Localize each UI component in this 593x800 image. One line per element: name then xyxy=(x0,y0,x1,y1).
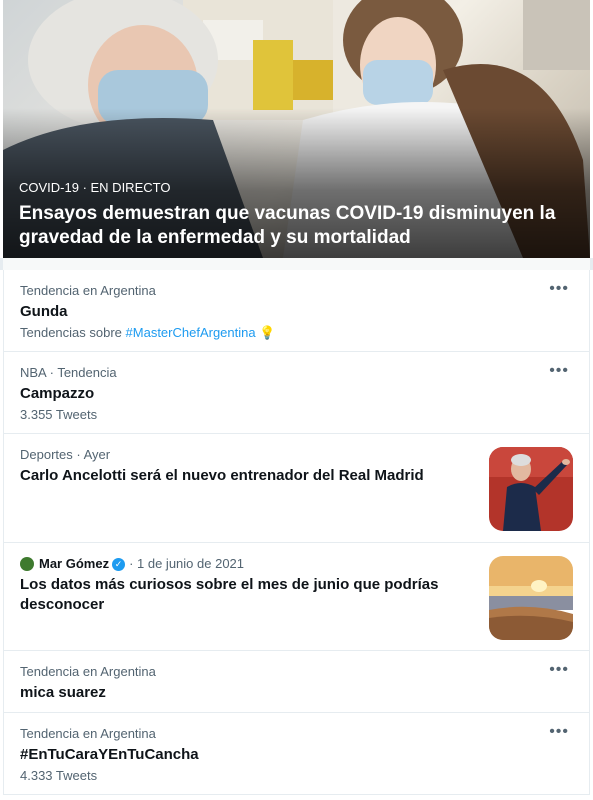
trend-title: Gunda xyxy=(20,303,68,320)
trend-context: NBA · Tendencia xyxy=(20,365,117,380)
trend-context: Tendencia en Argentina xyxy=(20,664,156,679)
trend-context: Tendencia en Argentina xyxy=(20,726,156,741)
more-options-icon[interactable]: ••• xyxy=(549,281,569,297)
lightbulb-emoji-icon: 💡 xyxy=(259,325,276,340)
related-hashtag-link[interactable]: #MasterChefArgentina xyxy=(126,325,256,340)
news-thumbnail xyxy=(489,556,573,640)
news-item-junio[interactable]: Mar Gómez ✓ · 1 de junio de 2021 Los dat… xyxy=(4,543,589,651)
news-title: Carlo Ancelotti será el nuevo entrenador… xyxy=(20,467,424,484)
news-title: Los datos más curiosos sobre el mes de j… xyxy=(20,576,439,613)
ancelotti-photo xyxy=(489,447,573,531)
trend-item-campazzo[interactable]: NBA · Tendencia Campazzo 3.355 Tweets ••… xyxy=(4,352,589,434)
trend-title: Campazzo xyxy=(20,385,95,402)
section-divider xyxy=(0,258,593,270)
hero-headline[interactable]: Ensayos demuestran que vacunas COVID-19 … xyxy=(19,202,566,250)
more-options-icon[interactable]: ••• xyxy=(549,363,569,379)
trend-title: mica suarez xyxy=(20,684,106,701)
news-item-ancelotti[interactable]: Deportes · Ayer Carlo Ancelotti será el … xyxy=(4,434,589,543)
trend-tweet-count: 3.355 Tweets xyxy=(20,407,98,422)
trend-item-gunda[interactable]: Tendencia en Argentina Gunda Tendencias … xyxy=(4,270,589,352)
trend-item-entucarayentucancha[interactable]: Tendencia en Argentina #EnTuCaraYEnTuCan… xyxy=(4,713,589,795)
hero-news-card[interactable]: COVID-19 · EN DIRECTO Ensayos demuestran… xyxy=(3,0,590,258)
news-date: · 1 de junio de 2021 xyxy=(129,556,245,571)
hero-meta: COVID-19 · EN DIRECTO xyxy=(19,180,171,195)
sunset-beach-photo xyxy=(489,556,573,640)
author-avatar[interactable] xyxy=(20,557,34,571)
author-name[interactable]: Mar Gómez xyxy=(39,556,109,572)
trend-title: #EnTuCaraYEnTuCancha xyxy=(20,746,199,763)
related-prefix: Tendencias sobre xyxy=(20,325,122,340)
more-options-icon[interactable]: ••• xyxy=(549,662,569,678)
trend-tweet-count: 4.333 Tweets xyxy=(20,768,98,783)
trend-context: Tendencia en Argentina xyxy=(20,283,156,298)
trend-item-mica-suarez[interactable]: Tendencia en Argentina mica suarez ••• xyxy=(4,651,589,713)
trend-related: Tendencias sobre #MasterChefArgentina 💡 xyxy=(20,325,573,341)
more-options-icon[interactable]: ••• xyxy=(549,724,569,740)
verified-badge-icon: ✓ xyxy=(112,557,126,571)
news-thumbnail xyxy=(489,447,573,531)
trends-list: Tendencia en Argentina Gunda Tendencias … xyxy=(3,270,590,795)
